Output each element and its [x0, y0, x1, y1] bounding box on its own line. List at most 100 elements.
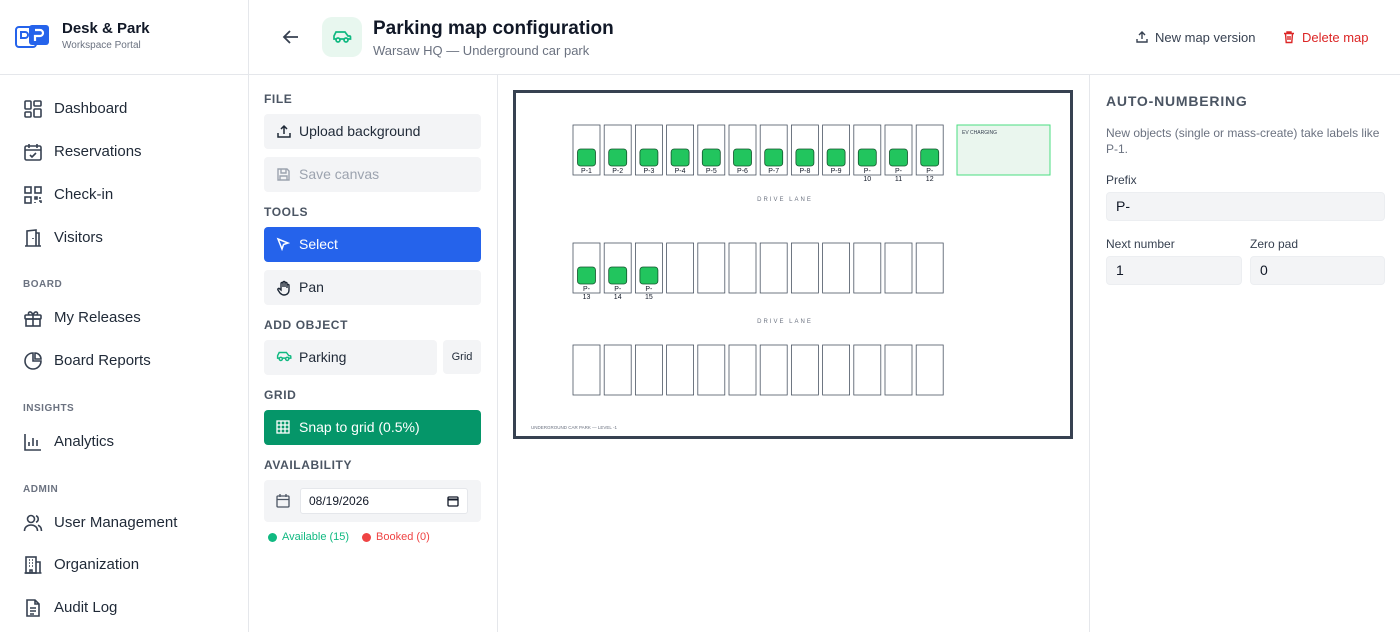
car-icon	[276, 351, 292, 362]
canvas-area[interactable]: EV CHARGING DRIVE LANE DRIVE LANE UNDERG…	[498, 75, 1089, 632]
zero-pad-input[interactable]: 0	[1250, 256, 1385, 285]
delete-map-button[interactable]: Delete map	[1282, 28, 1368, 46]
available-spot-marker[interactable]	[889, 148, 908, 167]
spot-label: P-	[614, 286, 622, 293]
sidebar-item-audit-log[interactable]: Audit Log	[0, 590, 248, 626]
back-arrow-icon[interactable]	[279, 26, 303, 48]
parking-spot[interactable]	[853, 242, 882, 294]
parking-spot[interactable]	[790, 344, 819, 396]
page-title: Parking map configuration	[373, 18, 614, 39]
gift-icon	[24, 311, 42, 327]
parking-spot[interactable]	[666, 344, 695, 396]
parking-spot[interactable]	[697, 242, 726, 294]
zero-pad-label: Zero pad	[1250, 237, 1299, 251]
parking-map[interactable]: EV CHARGING DRIVE LANE DRIVE LANE UNDERG…	[513, 90, 1073, 439]
upload-background-button[interactable]: Upload background	[264, 114, 481, 149]
sidebar-item-label: Reservations	[54, 143, 142, 160]
sidebar-item-analytics[interactable]: Analytics	[0, 424, 248, 460]
auto-numbering-description: New objects (single or mass-create) take…	[1106, 126, 1380, 156]
qr-code-icon	[24, 186, 42, 204]
spot-label: P-3	[643, 168, 654, 175]
parking-spot[interactable]	[728, 344, 757, 396]
document-icon	[26, 599, 40, 617]
available-spot-marker[interactable]	[795, 148, 815, 167]
availability-date-input[interactable]: 08/19/2026	[300, 488, 468, 514]
new-map-version-button[interactable]: New map version	[1135, 28, 1255, 46]
select-tool-button[interactable]: Select	[264, 227, 481, 262]
trash-icon	[1284, 31, 1294, 44]
brand: Desk & Park Workspace Portal	[0, 0, 248, 75]
calendar-check-icon	[24, 144, 42, 161]
available-spot-marker[interactable]	[826, 148, 846, 167]
parking-spot[interactable]	[884, 242, 913, 294]
parking-spot[interactable]	[759, 242, 788, 294]
sidebar-item-dashboard[interactable]: Dashboard	[0, 91, 248, 127]
parking-spot[interactable]	[572, 344, 601, 396]
ev-charging-label: EV CHARGING	[962, 130, 997, 136]
available-spot-marker[interactable]	[733, 148, 752, 167]
snap-to-grid-toggle[interactable]: Snap to grid (0.5%)	[264, 410, 481, 445]
date-picker-icon[interactable]	[447, 495, 459, 507]
door-icon	[25, 229, 41, 247]
sidebar-item-my-releases[interactable]: My Releases	[0, 300, 248, 336]
brand-name: Desk & Park	[62, 20, 150, 37]
next-number-input[interactable]: 1	[1106, 256, 1242, 285]
available-spot-marker[interactable]	[920, 148, 940, 167]
pie-chart-icon	[24, 352, 42, 370]
spot-label: P-2	[612, 168, 623, 175]
available-spot-marker[interactable]	[577, 148, 596, 167]
section-board: BOARD	[23, 279, 63, 290]
sidebar-item-check-in[interactable]: Check-in	[0, 177, 248, 213]
save-canvas-label: Save canvas	[299, 166, 380, 182]
pan-tool-label: Pan	[299, 279, 324, 295]
section-admin: ADMIN	[23, 484, 59, 495]
available-spot-marker[interactable]	[608, 148, 628, 167]
pan-tool-button[interactable]: Pan	[264, 270, 481, 305]
parking-spot[interactable]	[697, 344, 726, 396]
available-spot-marker[interactable]	[670, 148, 690, 167]
bar-chart-icon	[24, 434, 41, 451]
spot-label: P-9	[831, 168, 842, 175]
parking-spot[interactable]	[915, 242, 944, 294]
sidebar: Desk & Park Workspace Portal Dashboard R…	[0, 0, 249, 632]
parking-spot[interactable]	[759, 344, 788, 396]
sidebar-item-reservations[interactable]: Reservations	[0, 134, 248, 170]
parking-spot[interactable]	[822, 242, 851, 294]
parking-spot[interactable]	[853, 344, 882, 396]
sidebar-item-label: Dashboard	[54, 100, 128, 117]
sidebar-item-board-reports[interactable]: Board Reports	[0, 343, 248, 379]
parking-map-svg[interactable]: EV CHARGING DRIVE LANE DRIVE LANE UNDERG…	[516, 93, 1070, 436]
sidebar-item-user-management[interactable]: User Management	[0, 505, 248, 541]
save-canvas-button[interactable]: Save canvas	[264, 157, 481, 192]
sidebar-item-label: Audit Log	[54, 599, 118, 616]
available-spot-marker[interactable]	[701, 148, 721, 167]
available-spot-marker[interactable]	[608, 266, 628, 285]
parking-spot[interactable]	[790, 242, 819, 294]
parking-spot[interactable]	[635, 344, 663, 396]
date-value: 08/19/2026	[309, 494, 370, 508]
parking-spot[interactable]	[822, 344, 851, 396]
prefix-input[interactable]: P-	[1106, 192, 1385, 221]
select-tool-label: Select	[299, 236, 338, 252]
add-grid-button[interactable]: Grid	[443, 340, 481, 374]
available-spot-marker[interactable]	[639, 148, 659, 167]
available-spot-marker[interactable]	[639, 266, 659, 285]
parking-spot[interactable]	[884, 344, 913, 396]
new-map-version-label: New map version	[1155, 29, 1256, 45]
spot-label: P-1	[581, 168, 592, 175]
booked-dot-icon	[362, 532, 371, 542]
drive-lane-label: DRIVE LANE	[757, 197, 813, 203]
drive-lane-label: DRIVE LANE	[757, 319, 813, 325]
parking-spot[interactable]	[728, 242, 757, 294]
availability-date-box: 08/19/2026	[264, 480, 481, 522]
parking-spot[interactable]	[915, 344, 944, 396]
add-parking-button[interactable]: Parking	[264, 340, 437, 375]
spot-label: P-	[864, 168, 872, 175]
parking-spot[interactable]	[603, 344, 632, 396]
available-spot-marker[interactable]	[577, 266, 596, 285]
available-spot-marker[interactable]	[764, 148, 784, 167]
sidebar-item-visitors[interactable]: Visitors	[0, 220, 248, 256]
sidebar-item-organization[interactable]: Organization	[0, 547, 248, 583]
parking-spot[interactable]	[666, 242, 695, 294]
available-spot-marker[interactable]	[857, 148, 877, 167]
